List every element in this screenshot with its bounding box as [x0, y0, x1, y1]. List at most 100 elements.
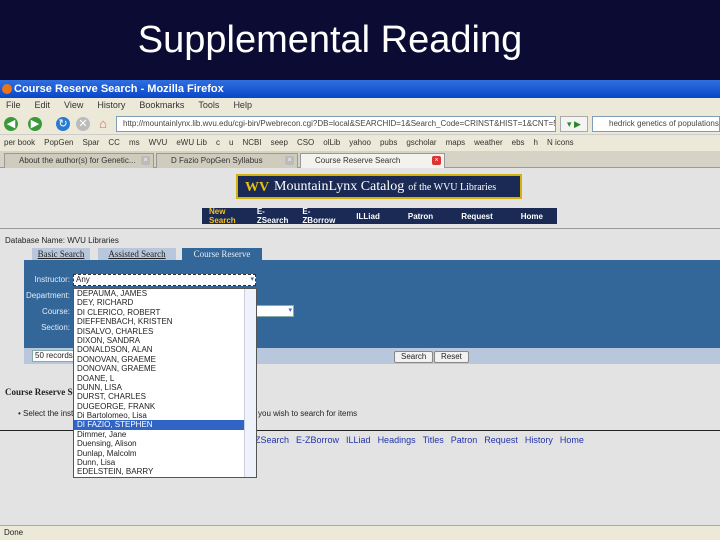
url-input[interactable]: http://mountainlynx.lib.wvu.edu/cgi-bin/…: [116, 116, 556, 132]
scrollbar[interactable]: [244, 289, 256, 477]
window-title: Course Reserve Search - Mozilla Firefox: [14, 83, 224, 95]
instructor-label: Instructor:: [34, 275, 70, 284]
search-button[interactable]: Search: [394, 351, 434, 363]
bottom-link[interactable]: Headings: [378, 435, 416, 445]
bookmark-item[interactable]: NCBI: [242, 138, 261, 147]
topnav-link[interactable]: ILLiad: [342, 212, 394, 221]
close-icon[interactable]: ×: [285, 156, 294, 165]
bookmark-item[interactable]: Spar: [83, 138, 100, 147]
topnav-link[interactable]: E-ZSearch: [250, 207, 296, 225]
instructor-select[interactable]: Any ▾: [73, 274, 256, 286]
menu-view[interactable]: View: [64, 100, 83, 110]
menu-history[interactable]: History: [97, 100, 125, 110]
dropdown-option[interactable]: DONALDSON, ALAN: [74, 345, 244, 354]
tab-syllabus[interactable]: D Fazio PopGen Syllabus ×: [156, 153, 298, 168]
menu-help[interactable]: Help: [233, 100, 252, 110]
tab-course-reserve-form[interactable]: Course Reserve: [182, 248, 262, 260]
bottom-link[interactable]: Patron: [451, 435, 478, 445]
dropdown-option[interactable]: DOANE, L: [74, 374, 244, 383]
page-content: WV MountainLynx Catalog of the WVU Librari…: [0, 169, 720, 525]
bookmark-item[interactable]: ms: [129, 138, 140, 147]
bookmark-item[interactable]: CC: [108, 138, 120, 147]
window-titlebar: Course Reserve Search - Mozilla Firefox: [0, 80, 720, 98]
bookmark-item[interactable]: WVU: [149, 138, 168, 147]
instructor-value: Any: [76, 275, 90, 284]
bookmark-item[interactable]: CSO: [297, 138, 314, 147]
bottom-link[interactable]: ILLiad: [346, 435, 371, 445]
bookmark-item[interactable]: u: [229, 138, 233, 147]
dropdown-option[interactable]: DI FAZIO, STEPHEN: [74, 420, 244, 430]
bookmark-item[interactable]: per book: [4, 138, 35, 147]
course-label: Course:: [41, 307, 70, 316]
bookmark-item[interactable]: yahoo: [349, 138, 371, 147]
dropdown-option[interactable]: DUGEORGE, FRANK: [74, 402, 244, 411]
dropdown-option[interactable]: Duensing, Alison: [74, 439, 244, 448]
dropdown-option[interactable]: DONOVAN, GRAEME: [74, 364, 244, 373]
tab-basic-search[interactable]: Basic Search: [32, 248, 90, 260]
database-name: Database Name: WVU Libraries: [5, 236, 119, 245]
menu-edit[interactable]: Edit: [35, 100, 51, 110]
bookmark-item[interactable]: pubs: [380, 138, 397, 147]
home-icon[interactable]: ⌂: [96, 117, 110, 131]
dropdown-option[interactable]: DEPAUMA, JAMES: [74, 289, 244, 298]
dropdown-option[interactable]: DUNN, LISA: [74, 383, 244, 392]
topnav-link[interactable]: Patron: [394, 212, 447, 221]
back-icon[interactable]: ◀: [4, 117, 18, 131]
reset-button[interactable]: Reset: [434, 351, 469, 363]
bookmark-item[interactable]: eWU Lib: [176, 138, 207, 147]
firefox-icon: [2, 84, 12, 94]
topnav-link[interactable]: Home: [507, 212, 557, 221]
tab-genetics[interactable]: About the author(s) for Genetic... ×: [4, 153, 154, 168]
dropdown-option[interactable]: Di Bartolomeo, Lisa: [74, 411, 244, 420]
dropdown-option[interactable]: Dunn, Lisa: [74, 458, 244, 467]
bookmark-item[interactable]: c: [216, 138, 220, 147]
tab-course-reserve[interactable]: Course Reserve Search ×: [300, 153, 445, 168]
menu-bookmarks[interactable]: Bookmarks: [139, 100, 184, 110]
slide-title: Supplemental Reading: [137, 19, 523, 61]
bottom-link[interactable]: History: [525, 435, 553, 445]
forward-icon[interactable]: ▶: [28, 117, 42, 131]
bookmark-item[interactable]: weather: [474, 138, 502, 147]
bottom-links: E-ZSearch E-ZBorrow ILLiad Headings Titles Pa…: [246, 435, 591, 445]
dropdown-option[interactable]: DIEFFENBACH, KRISTEN: [74, 317, 244, 326]
topnav-link[interactable]: New Search: [202, 207, 250, 225]
bookmark-item[interactable]: ebs: [512, 138, 525, 147]
bookmark-item[interactable]: olLib: [323, 138, 340, 147]
go-button[interactable]: ▾ ▶: [560, 116, 588, 132]
bottom-link[interactable]: Home: [560, 435, 584, 445]
section-label: Section:: [41, 323, 70, 332]
close-icon[interactable]: ×: [141, 156, 150, 165]
menu-file[interactable]: File: [6, 100, 21, 110]
tab-assisted-search[interactable]: Assisted Search: [98, 248, 176, 260]
topnav-link[interactable]: Request: [447, 212, 507, 221]
bookmark-item[interactable]: N icons: [547, 138, 574, 147]
dropdown-option[interactable]: Dunlap, Malcolm: [74, 449, 244, 458]
bookmark-item[interactable]: h: [534, 138, 538, 147]
close-icon[interactable]: ×: [432, 156, 441, 165]
bookmark-item[interactable]: maps: [446, 138, 466, 147]
search-input[interactable]: hedrick genetics of populations: [592, 116, 720, 132]
status-bar: Done: [0, 525, 720, 540]
bookmark-item[interactable]: gscholar: [406, 138, 436, 147]
instructor-dropdown-list[interactable]: DEPAUMA, JAMES DEY, RICHARD DI CLERICO, RO…: [73, 288, 257, 478]
chevron-down-icon: ▾: [250, 276, 254, 283]
dropdown-option[interactable]: DONOVAN, GRAEME: [74, 355, 244, 364]
bottom-link[interactable]: E-ZBorrow: [296, 435, 339, 445]
dropdown-option[interactable]: Dimmer, Jane: [74, 430, 244, 439]
dropdown-option[interactable]: EDELSTEIN, BARRY: [74, 467, 244, 476]
menu-bar: File Edit View History Bookmarks Tools Help: [0, 98, 720, 113]
bookmark-item[interactable]: seep: [271, 138, 288, 147]
menu-tools[interactable]: Tools: [198, 100, 219, 110]
bottom-link[interactable]: Request: [484, 435, 518, 445]
bookmark-item[interactable]: PopGen: [44, 138, 73, 147]
dropdown-option[interactable]: DIXON, SANDRA: [74, 336, 244, 345]
bottom-link[interactable]: Titles: [423, 435, 444, 445]
dropdown-option[interactable]: DI CLERICO, ROBERT: [74, 308, 244, 317]
tab-label: About the author(s) for Genetic...: [19, 156, 136, 165]
topnav-link[interactable]: E-ZBorrow: [295, 207, 342, 225]
dropdown-option[interactable]: DISALVO, CHARLES: [74, 327, 244, 336]
stop-icon[interactable]: ✕: [76, 117, 90, 131]
reload-icon[interactable]: ↻: [56, 117, 70, 131]
dropdown-option[interactable]: DURST, CHARLES: [74, 392, 244, 401]
dropdown-option[interactable]: DEY, RICHARD: [74, 298, 244, 307]
